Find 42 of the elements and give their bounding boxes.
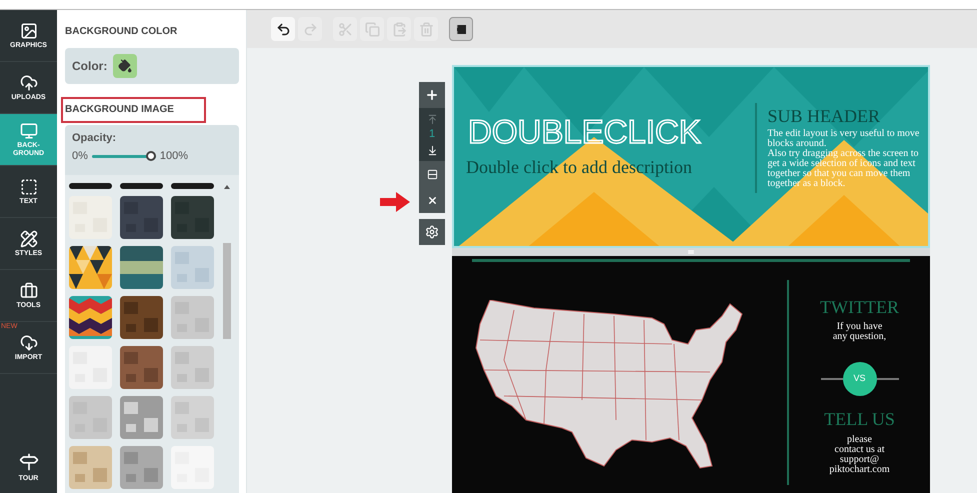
color-label: Color: xyxy=(72,58,108,75)
settings-button[interactable] xyxy=(419,219,445,245)
block-number: 1 xyxy=(428,129,436,140)
contact-text: please contact us at support@ piktochart.com xyxy=(829,435,890,475)
signpost-icon xyxy=(18,452,38,472)
text-icon xyxy=(20,178,38,196)
upload-icon xyxy=(20,74,38,92)
rows-icon xyxy=(426,168,438,180)
opacity-slider[interactable] xyxy=(92,151,156,162)
redo-icon xyxy=(302,22,318,36)
settings-icon xyxy=(425,225,439,239)
move-up-icon xyxy=(426,114,438,124)
close-icon xyxy=(426,194,438,206)
header-title: DOUBLECLICK xyxy=(467,112,703,152)
move-down-icon xyxy=(426,144,438,156)
copy-icon xyxy=(364,22,380,36)
paste-icon xyxy=(392,22,406,36)
slider-min-label: 0% xyxy=(72,149,88,164)
section-heading: BACKGROUND IMAGE xyxy=(61,97,206,123)
opacity-label: Opacity: xyxy=(72,133,118,144)
subheader: SUB HEADER xyxy=(767,107,880,125)
image-icon xyxy=(20,22,38,40)
cut-icon xyxy=(338,22,352,36)
contact-heading: TWITTER xyxy=(820,298,899,316)
monitor-icon xyxy=(20,122,38,140)
color-swatch[interactable] xyxy=(113,54,138,78)
slider-max-label: 100% xyxy=(160,149,188,164)
undo-button[interactable] xyxy=(271,17,295,41)
layout-toggle[interactable] xyxy=(449,17,473,41)
section-heading: BACKGROUND COLOR xyxy=(65,27,178,37)
drag-handle-icon xyxy=(687,248,695,256)
arrow-icon xyxy=(380,192,410,212)
delete-icon xyxy=(418,22,434,36)
download-icon xyxy=(20,334,38,352)
pencil-ruler-icon xyxy=(20,230,38,248)
vs-badge: VS xyxy=(842,362,876,396)
undo-icon xyxy=(276,22,290,36)
contact-heading: TELL US xyxy=(824,410,895,428)
contact-text: If you have any question, xyxy=(832,322,886,342)
briefcase-icon xyxy=(20,282,38,300)
paint-bucket-icon xyxy=(118,59,132,73)
plus-icon xyxy=(425,88,439,102)
